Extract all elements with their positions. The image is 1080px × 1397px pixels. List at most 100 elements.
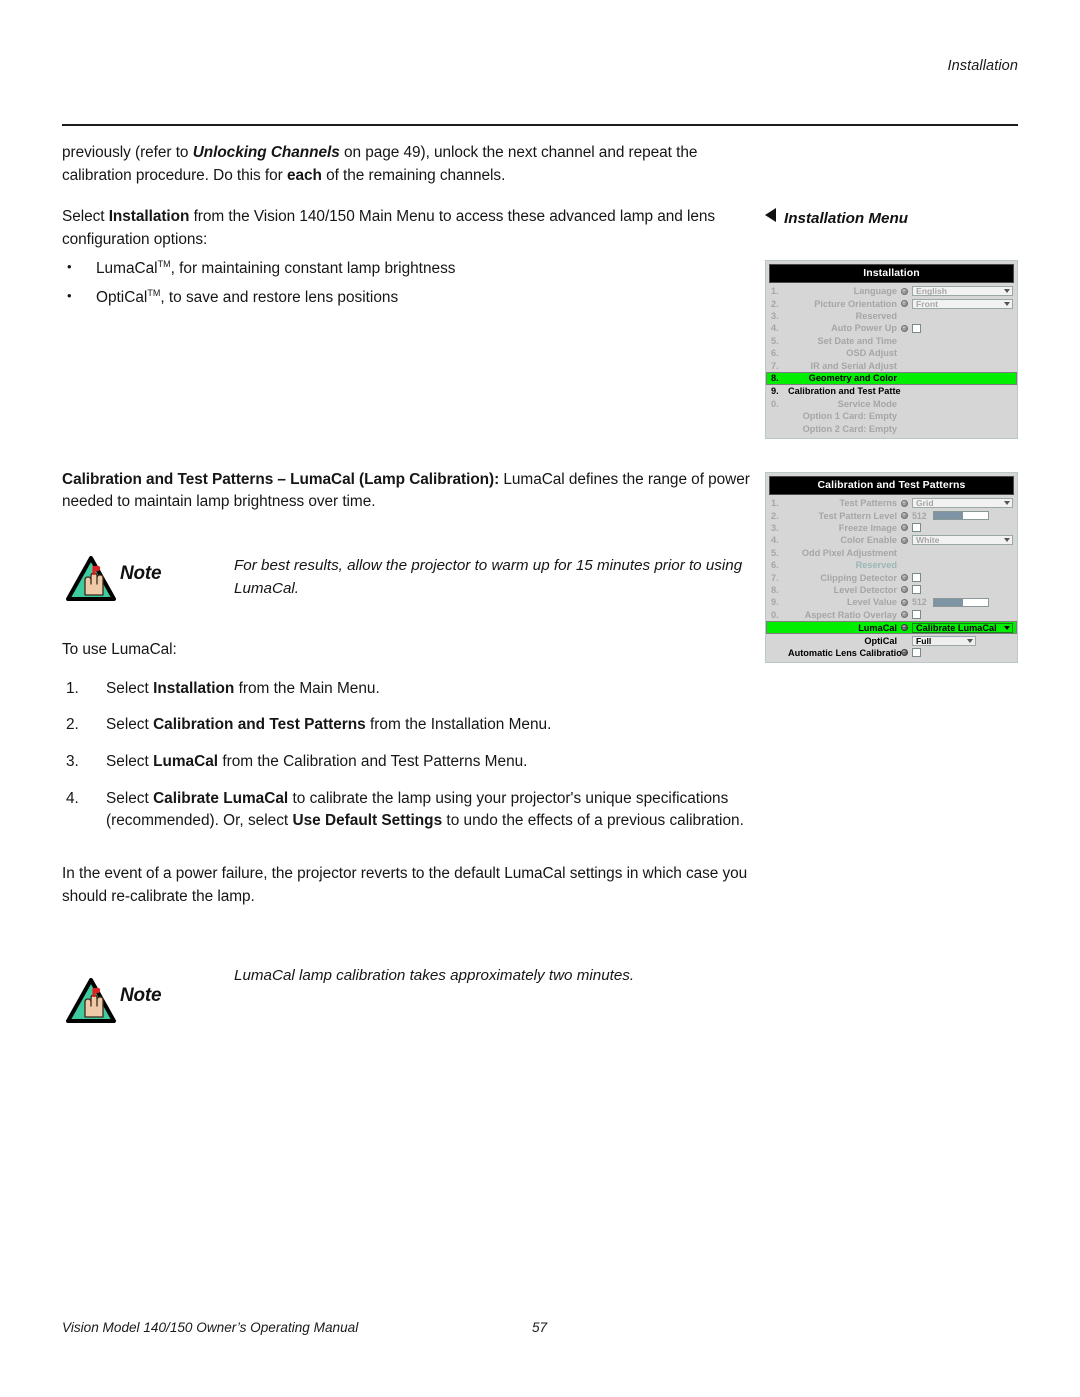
main-text-column: previously (refer to Unlocking Channels … [62, 142, 752, 1024]
osd-dropdown[interactable]: Calibrate LumaCal [912, 622, 1013, 633]
osd-item-index: 1. [771, 286, 779, 297]
osd-item-index: 1. [771, 498, 779, 509]
paragraph-select-installation: Select Installation from the Vision 140/… [62, 206, 752, 251]
osd-control-group [901, 410, 1013, 422]
osd-control-group [901, 359, 1013, 371]
osd-menu-item[interactable]: 6. Reserved [766, 559, 1017, 571]
osd-slider-fill [934, 512, 964, 520]
osd-item-label: Color Enable [840, 535, 897, 546]
osd-control-group: Full [901, 634, 1013, 646]
osd-menu-item[interactable]: 8. Level Detector [766, 584, 1017, 596]
osd-checkbox[interactable] [912, 610, 921, 620]
note-label: Note [120, 985, 162, 1007]
osd-item-label: Clipping Detector [820, 572, 897, 583]
osd-item-label: Automatic Lens Calibration [788, 647, 901, 658]
osd-item-index: 9. [771, 386, 779, 397]
osd-menu-item[interactable]: OptiCal Full [766, 634, 1017, 646]
osd-item-label: Test Patterns [839, 498, 897, 509]
paragraph-to-use-lumacal: To use LumaCal: [62, 641, 177, 659]
osd-item-label: Auto Power Up [831, 323, 897, 334]
osd-menu-item[interactable]: Option 2 Card: Empty [766, 422, 1017, 434]
osd-menu-item[interactable]: Automatic Lens Calibration [766, 647, 1017, 659]
osd-menu-item[interactable]: 8. Geometry and Color [766, 371, 1017, 386]
chevron-down-icon [1004, 301, 1010, 306]
osd-checkbox[interactable] [912, 323, 921, 333]
chevron-down-icon [1004, 538, 1010, 543]
list-item-step-4: 4. Select Calibrate LumaCal to calibrate… [62, 788, 752, 833]
osd-dropdown[interactable]: Full [912, 635, 976, 646]
list-item-label: LumaCal [96, 259, 158, 277]
osd-dropdown-value: White [916, 535, 940, 546]
osd-slider-value: 512 [912, 597, 927, 608]
osd-control-group [901, 310, 1013, 322]
osd-dropdown-value: English [916, 286, 948, 297]
osd-item-index: 2. [771, 298, 779, 309]
osd-title: Installation [769, 264, 1014, 283]
osd-dropdown-value: Calibrate LumaCal [916, 622, 997, 633]
osd-item-index: 2. [771, 510, 779, 521]
osd-control-group [901, 547, 1013, 559]
osd-dropdown[interactable]: English [912, 286, 1013, 297]
osd-menu-item[interactable]: 7. Clipping Detector [766, 571, 1017, 583]
osd-menu-item[interactable]: 3. Freeze Image [766, 522, 1017, 534]
osd-slider[interactable] [933, 597, 989, 607]
note-label: Note [120, 563, 162, 585]
osd-checkbox[interactable] [912, 648, 921, 658]
osd-menu-item[interactable]: 2. Picture Orientation Front [766, 297, 1017, 309]
osd-item-label: Set Date and Time [817, 335, 897, 346]
osd-menu-item[interactable]: 4. Color Enable White [766, 534, 1017, 546]
osd-dropdown[interactable]: Front [912, 298, 1013, 309]
osd-item-index: 5. [771, 547, 779, 558]
osd-menu-item[interactable]: 5. Odd Pixel Adjustment [766, 547, 1017, 559]
osd-dropdown-value: Full [916, 635, 932, 646]
osd-menu-item[interactable]: 5. Set Date and Time [766, 335, 1017, 347]
osd-control-group: English [901, 285, 1013, 297]
osd-slider[interactable] [933, 511, 989, 521]
osd-menu-item[interactable]: 4. Auto Power Up [766, 322, 1017, 334]
osd-menu-item[interactable]: 3. Reserved [766, 310, 1017, 322]
list-item-step-1: 1. Select Installation from the Main Men… [62, 678, 752, 701]
osd-item-index: 0. [771, 609, 779, 620]
osd-dropdown[interactable]: White [912, 535, 1013, 546]
osd-item-index: 6. [771, 560, 779, 571]
osd-checkbox[interactable] [912, 585, 921, 595]
osd-menu-item[interactable]: Option 1 Card: Empty [766, 410, 1017, 422]
emphasis-installation: Installation [153, 679, 235, 697]
osd-checkbox[interactable] [912, 523, 921, 533]
osd-menu-item[interactable]: 1. Test Patterns Grid [766, 497, 1017, 509]
osd-menu-item[interactable]: 0. Aspect Ratio Overlay [766, 609, 1017, 621]
osd-menu-item[interactable]: 1. Language English [766, 285, 1017, 297]
text-fragment: from the Calibration and Test Patterns M… [218, 753, 528, 771]
osd-item-label: IR and Serial Adjust [810, 360, 897, 371]
osd-item-index: 7. [771, 572, 779, 583]
step-number: 3. [66, 753, 79, 771]
trademark-mark: TM [157, 258, 171, 269]
osd-control-group [901, 385, 1013, 397]
osd-control-group [901, 571, 1013, 583]
osd-menu-item[interactable]: 2. Test Pattern Level 512 [766, 509, 1017, 521]
osd-menu-item[interactable]: 7. IR and Serial Adjust [766, 359, 1017, 371]
globe-icon [901, 598, 908, 606]
osd-slider-value: 512 [912, 510, 927, 521]
osd-menu-item[interactable]: LumaCal Calibrate LumaCal [766, 620, 1017, 635]
osd-control-group [901, 559, 1013, 571]
note-hand-icon [66, 555, 118, 603]
note-hand-icon [66, 977, 118, 1025]
osd-row-container: 1. Test Patterns Grid 2. Test Pattern Level 5… [766, 497, 1017, 659]
osd-dropdown[interactable]: Grid [912, 498, 1013, 509]
list-item-step-3: 3. Select LumaCal from the Calibration a… [62, 751, 752, 774]
emphasis-use-default-settings: Use Default Settings [292, 812, 443, 830]
osd-checkbox[interactable] [912, 573, 921, 583]
osd-row-container: 1. Language English 2. Picture Orientation Fr… [766, 285, 1017, 435]
osd-menu-item[interactable]: 9. Calibration and Test Patterns [766, 385, 1017, 397]
osd-menu-item[interactable]: 0. Service Mode [766, 398, 1017, 410]
osd-control-group [901, 584, 1013, 596]
osd-item-index: 3. [771, 310, 779, 321]
step-number: 1. [66, 679, 79, 697]
osd-menu-item[interactable]: 9. Level Value 512 [766, 596, 1017, 608]
osd-menu-item[interactable]: 6. OSD Adjust [766, 347, 1017, 359]
note-block-warmup: Note For best results, allow the project… [62, 555, 752, 609]
osd-control-group [901, 522, 1013, 534]
osd-item-label: Picture Orientation [814, 298, 897, 309]
chevron-down-icon [967, 638, 973, 643]
